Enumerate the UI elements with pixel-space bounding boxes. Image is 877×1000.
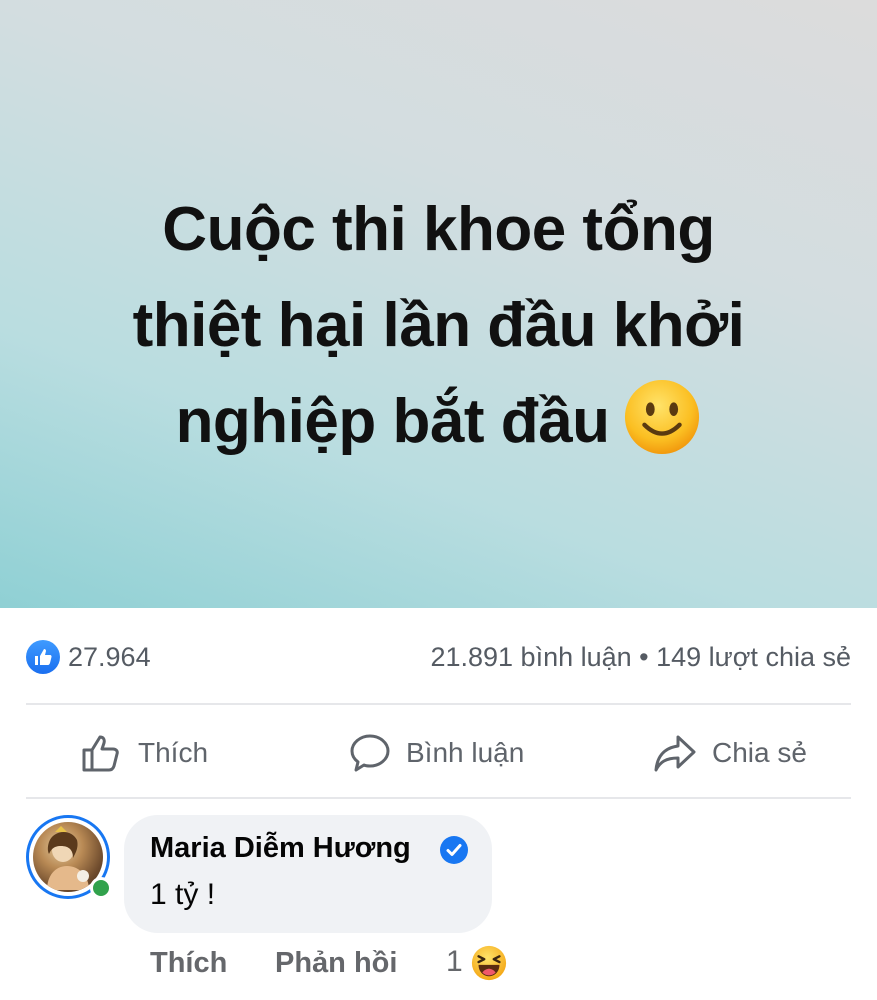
divider xyxy=(26,797,851,799)
post-text-line-1: Cuộc thi khoe tổng xyxy=(162,195,715,264)
thumbs-up-icon xyxy=(82,735,119,772)
comment-author[interactable]: Maria Diễm Hương xyxy=(150,832,411,865)
comments-shares-count[interactable]: 21.891 bình luận • 149 lượt chia sẻ xyxy=(430,640,851,674)
comment-reply-button[interactable]: Phản hồi xyxy=(275,947,397,980)
comment-button[interactable]: Bình luận xyxy=(348,728,524,778)
comment-reaction-count[interactable]: 1 xyxy=(446,945,463,979)
comment-icon xyxy=(350,734,390,772)
comment-label: Bình luận xyxy=(406,737,525,768)
share-icon xyxy=(654,735,696,772)
like-label: Thích xyxy=(138,737,209,768)
like-reaction-icon[interactable] xyxy=(26,640,60,674)
post-image[interactable]: Cuộc thi khoe tổng thiệt hại lần đầu khở… xyxy=(0,0,877,608)
divider xyxy=(26,703,851,705)
post-text-line-2: thiệt hại lần đầu khởi xyxy=(132,291,745,360)
comment-text: 1 tỷ ! xyxy=(150,878,216,911)
like-button[interactable]: Thích xyxy=(80,728,208,778)
smiling-face-icon xyxy=(625,379,700,455)
online-status-dot xyxy=(90,877,112,899)
share-button[interactable]: Chia sẻ xyxy=(652,728,807,778)
post-text: Cuộc thi khoe tổng thiệt hại lần đầu khở… xyxy=(60,182,817,470)
post-text-line-3: nghiệp bắt đầu xyxy=(175,387,610,456)
share-label: Chia sẻ xyxy=(712,737,807,768)
haha-reaction-icon[interactable] xyxy=(470,944,508,982)
verified-badge-icon xyxy=(440,836,468,864)
like-count[interactable]: 27.964 xyxy=(68,640,151,674)
comment-like-button[interactable]: Thích xyxy=(150,947,227,980)
